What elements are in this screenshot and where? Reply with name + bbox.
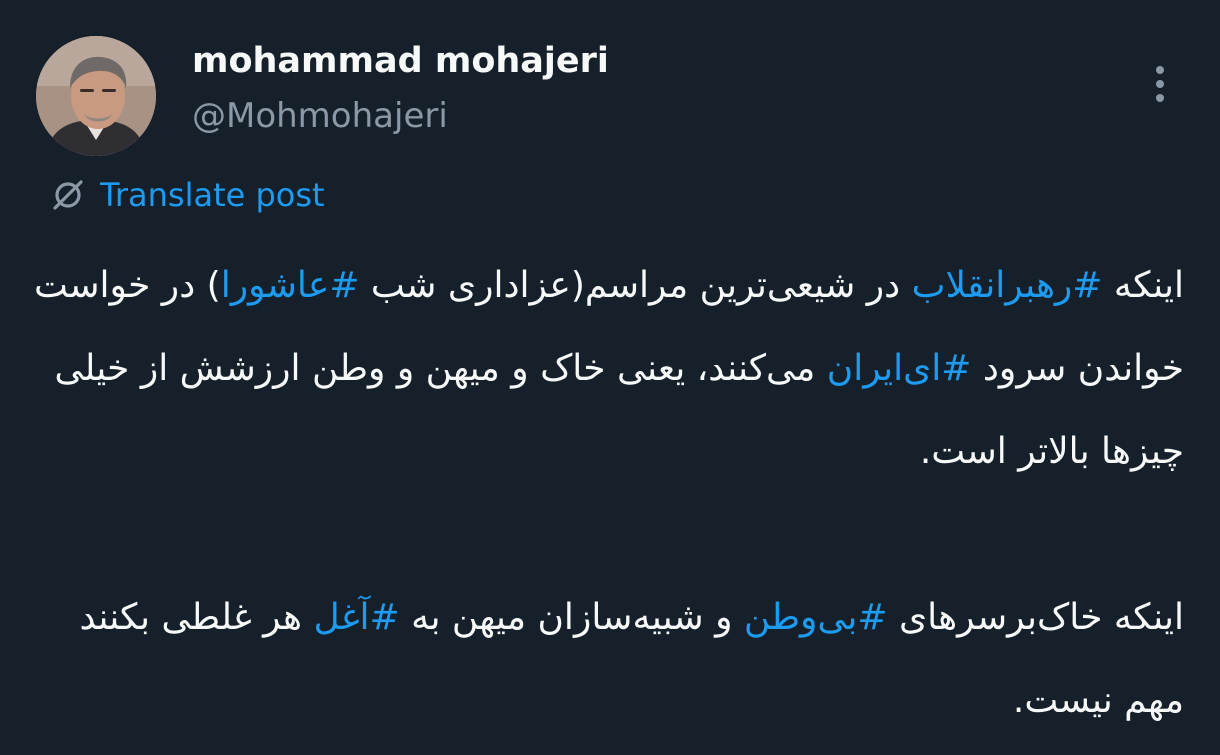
hashtag-link[interactable]: #بی‌وطن (744, 597, 888, 638)
avatar-photo (36, 36, 156, 156)
hashtag-link[interactable]: #رهبرانقلاب (912, 265, 1103, 306)
post-text-segment: در شیعی‌ترین مراسم(عزاداری شب (359, 265, 912, 306)
translate-post-link[interactable]: Translate post (48, 174, 325, 216)
post-paragraph-2: اینکه خاک‌برسرهای #بی‌وطن و شبیه‌سازان م… (24, 576, 1184, 742)
avatar[interactable] (36, 36, 156, 156)
post-text-segment: و شبیه‌سازان میهن به (399, 597, 744, 638)
hashtag-link[interactable]: #آغل (313, 597, 399, 638)
post-text-segment: اینکه خاک‌برسرهای (887, 597, 1184, 638)
user-handle[interactable]: @Mohmohajeri (192, 96, 448, 137)
post-text-segment: اینکه (1102, 265, 1184, 306)
translate-icon (53, 180, 83, 210)
post-paragraph-1: اینکه #رهبرانقلاب در شیعی‌ترین مراسم(عزا… (24, 244, 1184, 493)
hashtag-link[interactable]: #ای‌ایران (827, 348, 972, 389)
post-text: اینکه #رهبرانقلاب در شیعی‌ترین مراسم(عزا… (24, 244, 1184, 742)
translate-post-label: Translate post (100, 176, 325, 214)
hashtag-link[interactable]: #عاشورا (221, 265, 360, 306)
display-name[interactable]: mohammad mohajeri (192, 40, 609, 82)
more-options-button[interactable] (1138, 60, 1182, 108)
more-options-icon (1156, 66, 1164, 102)
